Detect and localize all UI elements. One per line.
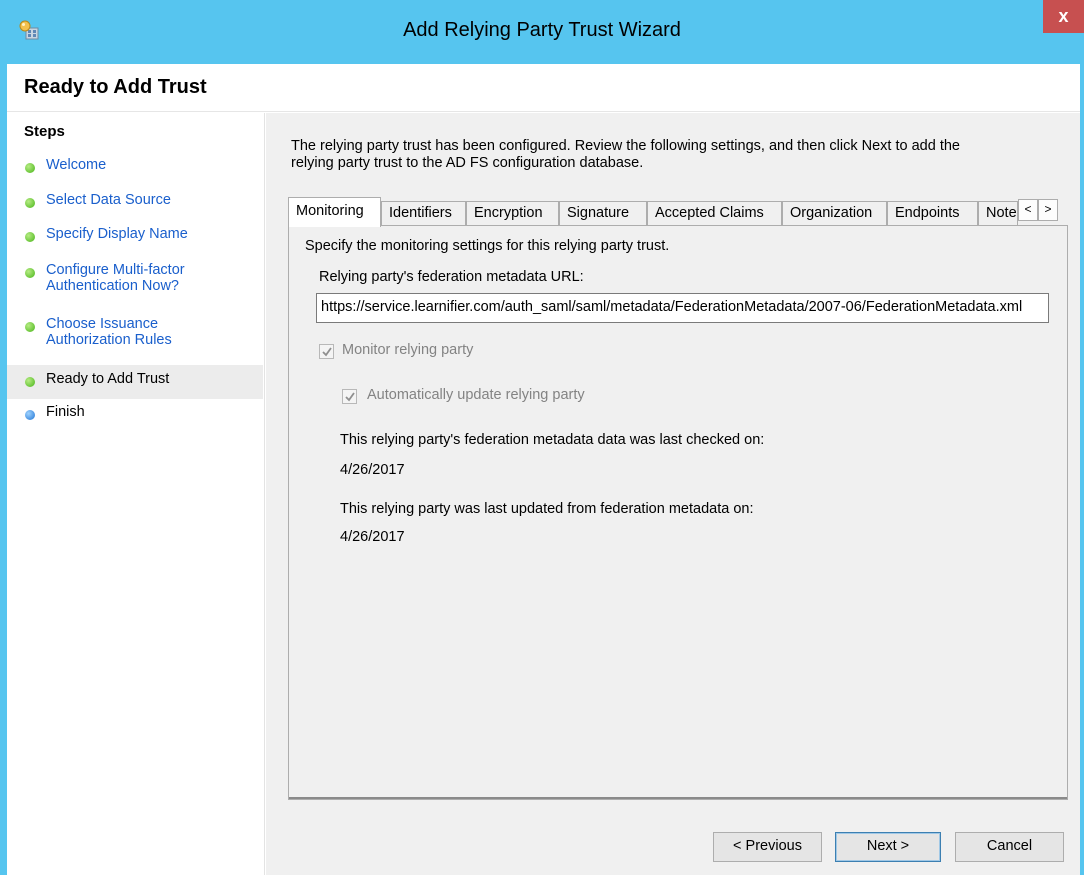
tab-endpoints[interactable]: Endpoints (887, 201, 978, 226)
tab-accepted-claims[interactable]: Accepted Claims (647, 201, 782, 226)
intro-text: The relying party trust has been configu… (291, 138, 1051, 172)
step-configure-mfa[interactable]: Configure Multi-factor Authentication No… (7, 256, 263, 302)
wizard-header: Ready to Add Trust (7, 64, 1080, 112)
title-bar: Add Relying Party Trust Wizard x (0, 0, 1084, 64)
metadata-url-field[interactable]: https://service.learnifier.com/auth_saml… (316, 293, 1049, 323)
step-label: Finish (46, 404, 85, 420)
tab-scroll-left-button[interactable]: < (1018, 199, 1038, 221)
tab-scroll-right-button[interactable]: > (1038, 199, 1058, 221)
blue-dot-icon (25, 410, 35, 420)
checkmark-icon (345, 392, 355, 402)
window-frame-right (1080, 64, 1084, 875)
tab-organization[interactable]: Organization (782, 201, 887, 226)
intro-line1: The relying party trust has been configu… (291, 138, 960, 154)
window-frame-left (0, 64, 7, 875)
metadata-url-label: Relying party's federation metadata URL: (319, 269, 584, 285)
monitor-relying-party-label: Monitor relying party (342, 342, 474, 358)
step-label-line1: Configure Multi-factor (46, 262, 185, 278)
monitoring-tab-panel: Specify the monitoring settings for this… (288, 225, 1068, 800)
checkmark-icon (322, 347, 332, 357)
last-checked-label: This relying party's federation metadata… (340, 432, 765, 448)
tab-identifiers[interactable]: Identifiers (381, 201, 466, 226)
step-ready-to-add-trust[interactable]: Ready to Add Trust (7, 365, 263, 399)
panel-inner: Specify the monitoring settings for this… (289, 226, 1067, 799)
step-welcome[interactable]: Welcome (7, 151, 263, 185)
tab-encryption[interactable]: Encryption (466, 201, 559, 226)
content-pane: The relying party trust has been configu… (266, 113, 1080, 875)
window-title: Add Relying Party Trust Wizard (403, 19, 681, 41)
step-finish: Finish (7, 398, 263, 432)
green-dot-icon (25, 268, 35, 278)
auto-update-checkbox[interactable] (342, 389, 357, 404)
previous-button[interactable]: < Previous (713, 832, 822, 862)
green-dot-icon (25, 377, 35, 387)
step-choose-issuance[interactable]: Choose Issuance Authorization Rules (7, 310, 263, 356)
green-dot-icon (25, 322, 35, 332)
tab-strip: Monitoring Identifiers Encryption Signat… (288, 197, 1068, 227)
tab-signature[interactable]: Signature (559, 201, 647, 226)
green-dot-icon (25, 198, 35, 208)
step-select-data-source[interactable]: Select Data Source (7, 186, 263, 220)
next-button[interactable]: Next > (835, 832, 941, 862)
monitoring-description: Specify the monitoring settings for this… (305, 238, 670, 254)
step-label: Welcome (46, 157, 107, 173)
tab-monitoring[interactable]: Monitoring (288, 197, 381, 227)
last-updated-value: 4/26/2017 (340, 529, 405, 545)
last-checked-value: 4/26/2017 (340, 462, 405, 478)
monitor-relying-party-checkbox[interactable] (319, 344, 334, 359)
step-specify-display-name[interactable]: Specify Display Name (7, 220, 263, 254)
step-label: Ready to Add Trust (46, 371, 170, 387)
step-label-line1: Choose Issuance (46, 316, 159, 332)
steps-pane: Steps Welcome Select Data Source Specify… (7, 113, 265, 875)
last-updated-label: This relying party was last updated from… (340, 501, 754, 517)
close-button[interactable]: x (1043, 0, 1084, 33)
page-title: Ready to Add Trust (24, 76, 207, 98)
step-label-line2: Authentication Now? (46, 278, 179, 294)
green-dot-icon (25, 232, 35, 242)
step-label: Select Data Source (46, 192, 171, 208)
green-dot-icon (25, 163, 35, 173)
step-label: Configure Multi-factor Authentication No… (46, 262, 185, 294)
intro-line2: relying party trust to the AD FS configu… (291, 155, 644, 171)
tab-notes[interactable]: Note (978, 201, 1018, 226)
step-label: Specify Display Name (46, 226, 188, 242)
auto-update-label: Automatically update relying party (367, 387, 585, 403)
step-label: Choose Issuance Authorization Rules (46, 316, 172, 348)
cancel-button[interactable]: Cancel (955, 832, 1064, 862)
step-label-line2: Authorization Rules (46, 332, 172, 348)
steps-heading: Steps (24, 123, 65, 140)
